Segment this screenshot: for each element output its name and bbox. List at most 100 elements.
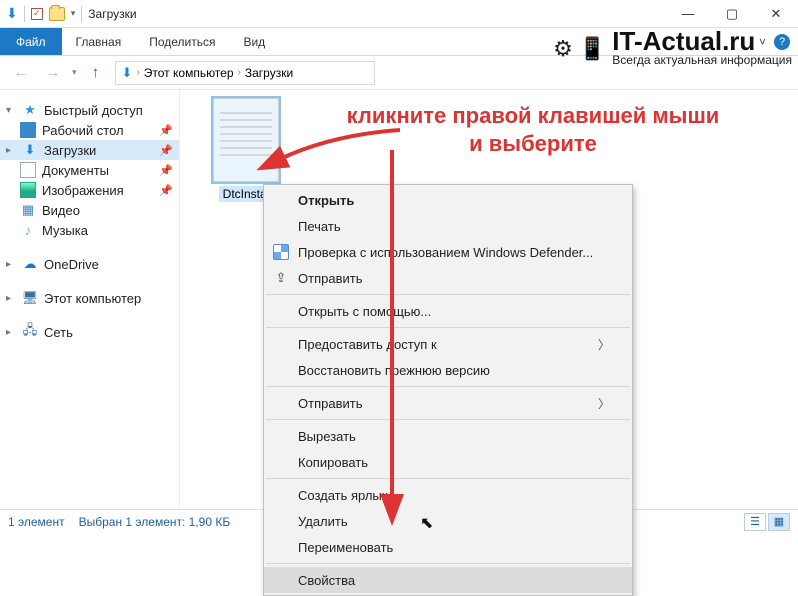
- pin-icon: 📌: [159, 124, 173, 137]
- menu-separator: [266, 419, 630, 420]
- defender-shield-icon: [272, 243, 290, 261]
- nav-label: Видео: [42, 203, 80, 218]
- breadcrumb[interactable]: ⬇ › Этот компьютер › Загрузки: [115, 61, 375, 85]
- download-icon: ⬇: [22, 142, 38, 158]
- ctx-share[interactable]: ⇪ Отправить: [264, 265, 632, 291]
- ctx-grant-access[interactable]: Предоставить доступ к〉: [264, 331, 632, 357]
- minimize-button[interactable]: —: [666, 0, 710, 28]
- maximize-button[interactable]: ▢: [710, 0, 754, 28]
- tab-share[interactable]: Поделиться: [135, 28, 229, 55]
- tab-view[interactable]: Вид: [229, 28, 279, 55]
- download-icon: ⬇: [122, 65, 133, 81]
- window-title: Загрузки: [88, 7, 136, 21]
- ctx-create-shortcut[interactable]: Создать ярлык: [264, 482, 632, 508]
- nav-forward-button[interactable]: →: [40, 60, 66, 86]
- breadcrumb-current[interactable]: Загрузки: [245, 66, 293, 80]
- nav-label: Этот компьютер: [44, 291, 141, 306]
- watermark-subtitle: Всегда актуальная информация: [612, 53, 792, 67]
- menu-separator: [266, 478, 630, 479]
- down-arrow-icon[interactable]: ⬇: [6, 5, 18, 22]
- caret-down-icon: ▾: [6, 105, 16, 116]
- context-menu: Открыть Печать Проверка с использованием…: [263, 184, 633, 596]
- caret-right-icon: ▸: [6, 145, 16, 156]
- network-icon: 🖧: [22, 324, 38, 340]
- ctx-copy[interactable]: Копировать: [264, 449, 632, 475]
- nav-desktop[interactable]: Рабочий стол 📌: [0, 120, 179, 140]
- ctx-rename[interactable]: Переименовать: [264, 534, 632, 560]
- status-item-count: 1 элемент: [8, 515, 65, 529]
- music-icon: ♪: [20, 222, 36, 238]
- icons-view-button[interactable]: ▦: [768, 513, 790, 531]
- window-controls: — ▢ ✕: [666, 0, 798, 28]
- status-selection: Выбран 1 элемент: 1,90 КБ: [79, 515, 231, 529]
- file-tab[interactable]: Файл: [0, 28, 62, 55]
- nav-network[interactable]: ▸ 🖧 Сеть: [0, 322, 179, 342]
- watermark: ⚙ 📱 IT-Actual.ru Всегда актуальная инфор…: [553, 30, 792, 67]
- star-icon: ★: [22, 102, 38, 118]
- ctx-open[interactable]: Открыть: [264, 187, 632, 213]
- pc-icon: 🖥: [22, 290, 38, 306]
- close-button[interactable]: ✕: [754, 0, 798, 28]
- caret-right-icon: ▸: [6, 293, 16, 304]
- pin-icon: 📌: [159, 184, 173, 197]
- nav-this-pc[interactable]: ▸ 🖥 Этот компьютер: [0, 288, 179, 308]
- chevron-right-icon[interactable]: ›: [136, 67, 139, 78]
- ctx-print[interactable]: Печать: [264, 213, 632, 239]
- video-icon: ▦: [20, 202, 36, 218]
- nav-label: Рабочий стол: [42, 123, 124, 138]
- chevron-right-icon[interactable]: ›: [238, 67, 241, 78]
- caret-right-icon: ▸: [6, 259, 16, 270]
- nav-onedrive[interactable]: ▸ ☁ OneDrive: [0, 254, 179, 274]
- pin-icon: 📌: [159, 164, 173, 177]
- submenu-arrow-icon: 〉: [598, 336, 610, 353]
- tab-home[interactable]: Главная: [62, 28, 136, 55]
- ctx-defender[interactable]: Проверка с использованием Windows Defend…: [264, 239, 632, 265]
- text-file-icon: [213, 98, 279, 182]
- phone-icon: 📱: [579, 36, 606, 62]
- ctx-cut[interactable]: Вырезать: [264, 423, 632, 449]
- watermark-title: IT-Actual.ru: [612, 30, 792, 53]
- separator: [81, 6, 82, 22]
- onedrive-icon: ☁: [22, 256, 38, 272]
- folder-icon[interactable]: [49, 7, 65, 21]
- nav-up-button[interactable]: ↑: [83, 60, 109, 86]
- breadcrumb-root[interactable]: Этот компьютер: [144, 66, 234, 80]
- nav-documents[interactable]: Документы 📌: [0, 160, 179, 180]
- ctx-send-to[interactable]: Отправить〉: [264, 390, 632, 416]
- nav-label: Музыка: [42, 223, 88, 238]
- pin-icon: 📌: [159, 144, 173, 157]
- nav-quick-access[interactable]: ▾ ★ Быстрый доступ: [0, 100, 179, 120]
- titlebar: ⬇ ✓ ▾ Загрузки — ▢ ✕: [0, 0, 798, 28]
- view-switcher: ☰ ▦: [744, 513, 790, 531]
- quick-access-toolbar: ⬇ ✓ ▾: [0, 5, 82, 22]
- ctx-delete[interactable]: Удалить: [264, 508, 632, 534]
- nav-downloads[interactable]: ▸ ⬇ Загрузки 📌: [0, 140, 179, 160]
- menu-separator: [266, 327, 630, 328]
- properties-qat-icon[interactable]: ✓: [31, 8, 43, 20]
- ctx-open-with[interactable]: Открыть с помощью...: [264, 298, 632, 324]
- cursor-icon: ⬉: [420, 513, 433, 533]
- qat-dropdown-icon[interactable]: ▾: [71, 8, 76, 19]
- nav-pictures[interactable]: Изображения 📌: [0, 180, 179, 200]
- nav-label: Изображения: [42, 183, 124, 198]
- separator: [24, 6, 25, 22]
- nav-label: Сеть: [44, 325, 73, 340]
- nav-back-button[interactable]: ←: [8, 60, 34, 86]
- image-icon: [20, 182, 36, 198]
- share-icon: ⇪: [272, 269, 290, 287]
- details-view-button[interactable]: ☰: [744, 513, 766, 531]
- nav-label: Документы: [42, 163, 109, 178]
- caret-right-icon: ▸: [6, 327, 16, 338]
- nav-history-dropdown-icon[interactable]: ▾: [72, 67, 77, 78]
- ctx-properties[interactable]: Свойства: [264, 567, 632, 593]
- menu-separator: [266, 563, 630, 564]
- menu-separator: [266, 386, 630, 387]
- document-icon: [20, 162, 36, 178]
- menu-separator: [266, 294, 630, 295]
- nav-label: OneDrive: [44, 257, 99, 272]
- nav-videos[interactable]: ▦ Видео: [0, 200, 179, 220]
- nav-label: Быстрый доступ: [44, 103, 143, 118]
- desktop-icon: [20, 122, 36, 138]
- ctx-restore-version[interactable]: Восстановить прежнюю версию: [264, 357, 632, 383]
- nav-music[interactable]: ♪ Музыка: [0, 220, 179, 240]
